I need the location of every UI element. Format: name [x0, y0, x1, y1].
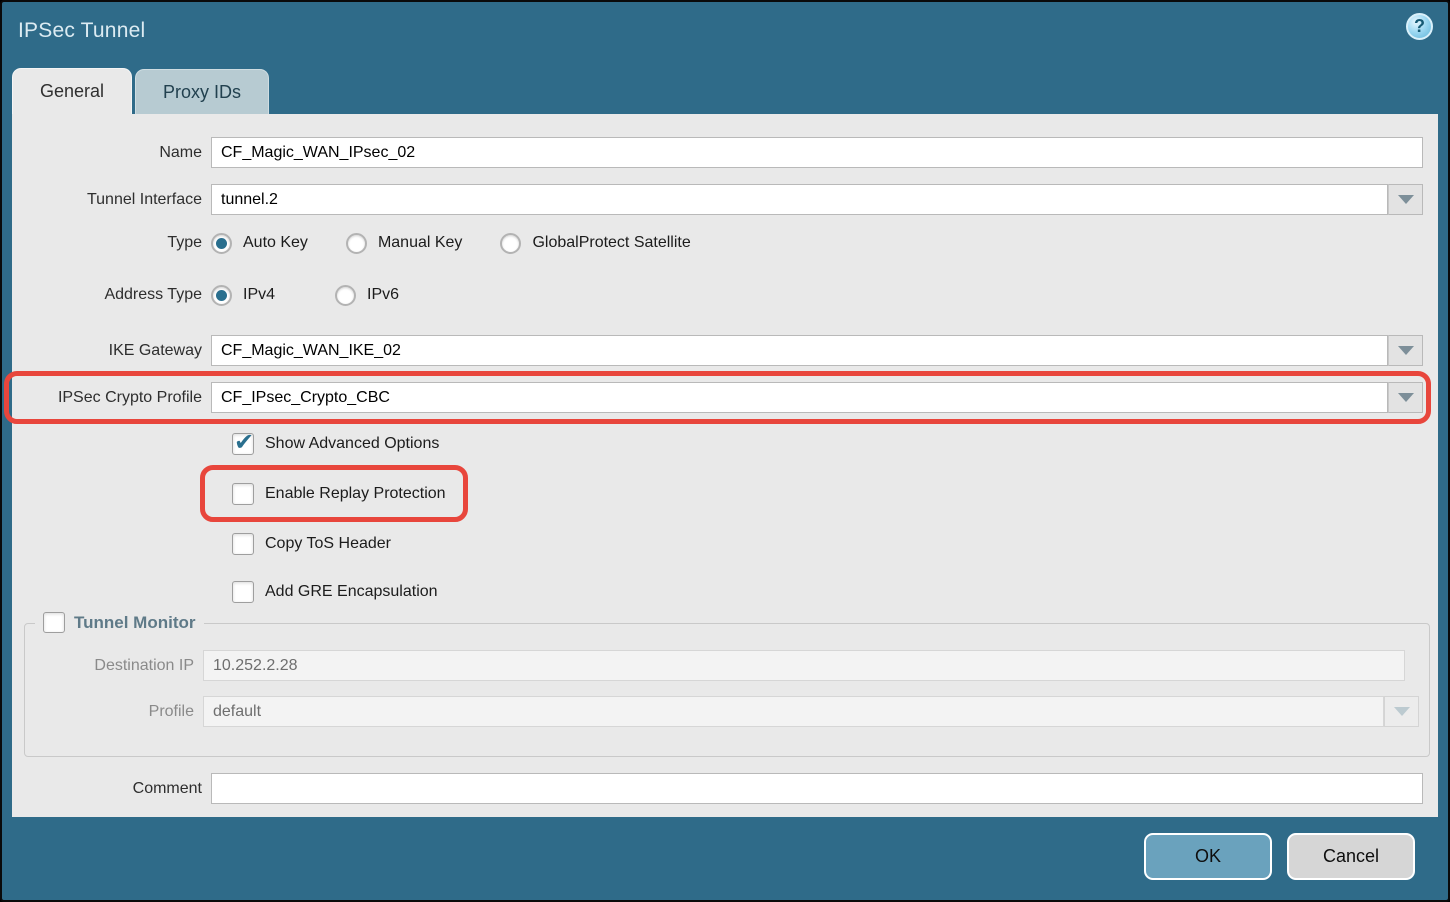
tunnel-monitor-legend[interactable]: Tunnel Monitor [35, 612, 204, 633]
name-label: Name [12, 144, 211, 162]
tunnel-interface-row: Tunnel Interface [12, 184, 1438, 215]
destination-ip-label: Destination IP [25, 657, 203, 675]
tunnel-interface-dropdown-button[interactable] [1388, 184, 1423, 215]
chevron-down-icon [1398, 346, 1414, 355]
tab-general-label: General [40, 81, 104, 102]
radio-globalprotect-satellite[interactable] [500, 233, 521, 254]
chevron-down-icon [1398, 195, 1414, 204]
show-advanced-options-label: Show Advanced Options [265, 435, 439, 453]
destination-ip-input [203, 650, 1405, 681]
radio-ipv4[interactable] [211, 285, 232, 306]
type-row: Type Auto Key Manual Key GlobalProtect S… [12, 231, 1438, 255]
address-type-label: Address Type [12, 286, 211, 304]
ike-gateway-input[interactable] [211, 335, 1388, 366]
ike-gateway-row: IKE Gateway [12, 335, 1438, 366]
ipsec-crypto-profile-input[interactable] [211, 382, 1388, 413]
radio-globalprotect-satellite-label: GlobalProtect Satellite [532, 234, 690, 252]
enable-replay-protection-checkbox[interactable] [232, 483, 254, 505]
tab-proxy-ids[interactable]: Proxy IDs [135, 69, 269, 114]
ipsec-crypto-profile-dropdown-button[interactable] [1388, 382, 1423, 413]
ipsec-crypto-profile-row: IPSec Crypto Profile [12, 382, 1438, 413]
radio-ipv6-label: IPv6 [367, 286, 399, 304]
destination-ip-row: Destination IP [25, 650, 1429, 681]
radio-auto-key[interactable] [211, 233, 232, 254]
add-gre-encapsulation-label: Add GRE Encapsulation [265, 583, 438, 601]
copy-tos-header-checkbox[interactable] [232, 533, 254, 555]
comment-label: Comment [12, 780, 211, 798]
comment-input[interactable] [211, 773, 1423, 804]
tunnel-monitor-checkbox[interactable] [43, 612, 65, 633]
radio-ipv6[interactable] [335, 285, 356, 306]
ike-gateway-dropdown-button[interactable] [1388, 335, 1423, 366]
radio-auto-key-label: Auto Key [243, 234, 308, 252]
ike-gateway-label: IKE Gateway [12, 342, 211, 360]
name-input[interactable] [211, 137, 1423, 168]
tunnel-monitor-label: Tunnel Monitor [74, 613, 196, 633]
general-tab-panel: Name Tunnel Interface Type Auto Key Manu… [12, 114, 1438, 817]
tab-bar: General Proxy IDs [12, 66, 1448, 114]
add-gre-encapsulation-row[interactable]: Add GRE Encapsulation [232, 580, 438, 603]
ipsec-crypto-profile-label: IPSec Crypto Profile [12, 389, 211, 407]
tab-proxy-ids-label: Proxy IDs [163, 82, 241, 103]
show-advanced-options-row[interactable]: Show Advanced Options [232, 432, 439, 455]
radio-ipv4-label: IPv4 [243, 286, 275, 304]
add-gre-encapsulation-checkbox[interactable] [232, 581, 254, 603]
type-label: Type [12, 234, 211, 252]
dialog-footer: OK Cancel [2, 813, 1448, 900]
help-icon[interactable]: ? [1406, 13, 1433, 40]
chevron-down-icon [1394, 707, 1410, 716]
radio-manual-key-label: Manual Key [378, 234, 463, 252]
profile-label: Profile [25, 703, 203, 721]
dialog-title: IPSec Tunnel [18, 19, 1432, 43]
copy-tos-header-row[interactable]: Copy ToS Header [232, 532, 391, 555]
address-type-option-ipv6[interactable]: IPv6 [335, 285, 399, 306]
name-row: Name [12, 137, 1438, 168]
profile-row: Profile [25, 696, 1429, 727]
type-option-globalprotect-satellite[interactable]: GlobalProtect Satellite [500, 233, 690, 254]
tunnel-interface-label: Tunnel Interface [12, 191, 211, 209]
cancel-button[interactable]: Cancel [1287, 833, 1415, 880]
type-option-auto-key[interactable]: Auto Key [211, 233, 308, 254]
type-option-manual-key[interactable]: Manual Key [346, 233, 463, 254]
enable-replay-protection-label: Enable Replay Protection [265, 485, 446, 503]
comment-row: Comment [12, 773, 1438, 804]
tunnel-monitor-fieldset: Tunnel Monitor Destination IP Profile [24, 623, 1430, 757]
ok-button[interactable]: OK [1144, 833, 1272, 880]
address-type-option-ipv4[interactable]: IPv4 [211, 285, 275, 306]
chevron-down-icon [1398, 393, 1414, 402]
profile-input [203, 696, 1384, 727]
dialog-titlebar: IPSec Tunnel ? [2, 2, 1448, 66]
copy-tos-header-label: Copy ToS Header [265, 535, 391, 553]
ipsec-tunnel-dialog: IPSec Tunnel ? General Proxy IDs Name Tu… [0, 0, 1450, 902]
address-type-row: Address Type IPv4 IPv6 [12, 283, 1438, 307]
profile-dropdown-button [1384, 696, 1419, 727]
tab-general[interactable]: General [12, 68, 132, 114]
show-advanced-options-checkbox[interactable] [232, 433, 254, 455]
enable-replay-protection-row[interactable]: Enable Replay Protection [232, 482, 446, 505]
radio-manual-key[interactable] [346, 233, 367, 254]
tunnel-interface-input[interactable] [211, 184, 1388, 215]
